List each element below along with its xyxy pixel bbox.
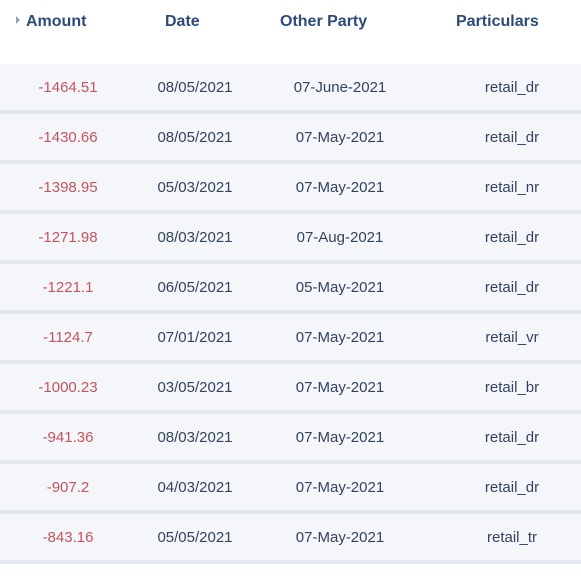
table-row[interactable]: -907.2 04/03/2021 07-May-2021 retail_dr <box>0 464 581 514</box>
table-row[interactable]: -843.16 05/05/2021 07-May-2021 retail_tr <box>0 514 581 564</box>
other-party-cell: 07-May-2021 <box>295 429 385 446</box>
sort-indicator-icon[interactable] <box>16 16 20 24</box>
table-row[interactable]: -1221.1 06/05/2021 05-May-2021 retail_dr <box>0 264 581 314</box>
other-party-cell: 07-May-2021 <box>295 179 385 196</box>
particulars-cell: retail_dr <box>484 429 540 446</box>
other-party-cell: 07-May-2021 <box>295 479 385 496</box>
amount-cell: -1000.23 <box>38 379 98 396</box>
particulars-cell: retail_tr <box>486 529 538 546</box>
amount-cell: -843.16 <box>42 529 94 546</box>
date-cell: 08/03/2021 <box>157 429 233 446</box>
amount-cell: -1464.51 <box>38 79 98 96</box>
date-cell: 06/05/2021 <box>157 279 233 296</box>
other-party-cell: 07-May-2021 <box>295 329 385 346</box>
particulars-cell: retail_dr <box>484 229 540 246</box>
other-party-cell: 07-May-2021 <box>295 379 385 396</box>
amount-cell: -941.36 <box>42 429 94 446</box>
date-cell: 07/01/2021 <box>157 329 233 346</box>
table-body: -1464.51 08/05/2021 07-June-2021 retail_dr -… <box>0 64 581 564</box>
date-cell: 05/05/2021 <box>157 529 233 546</box>
table-header: Amount Date Other Party Particulars <box>0 0 581 46</box>
table-row[interactable]: -1464.51 08/05/2021 07-June-2021 retail_dr <box>0 64 581 114</box>
other-party-cell: 07-June-2021 <box>293 79 387 96</box>
particulars-cell: retail_br <box>484 379 540 396</box>
particulars-cell: retail_nr <box>484 179 540 196</box>
table-row[interactable]: -1000.23 03/05/2021 07-May-2021 retail_br <box>0 364 581 414</box>
particulars-cell: retail_dr <box>484 79 540 96</box>
date-cell: 08/05/2021 <box>157 129 233 146</box>
other-party-cell: 07-May-2021 <box>295 129 385 146</box>
amount-cell: -1271.98 <box>38 229 98 246</box>
transactions-table: Amount Date Other Party Particulars -146… <box>0 0 581 576</box>
other-party-cell: 05-May-2021 <box>295 279 385 296</box>
column-header-amount-label: Amount <box>26 13 87 30</box>
column-header-amount[interactable]: Amount <box>16 13 86 31</box>
date-cell: 03/05/2021 <box>157 379 233 396</box>
particulars-cell: retail_vr <box>485 329 539 346</box>
column-header-date[interactable]: Date <box>165 13 200 31</box>
date-cell: 08/05/2021 <box>157 79 233 96</box>
particulars-cell: retail_dr <box>484 279 540 296</box>
table-row[interactable]: -1271.98 08/03/2021 07-Aug-2021 retail_dr <box>0 214 581 264</box>
amount-cell: -907.2 <box>46 479 90 496</box>
particulars-cell: retail_dr <box>484 479 540 496</box>
date-cell: 04/03/2021 <box>157 479 233 496</box>
amount-cell: -1124.7 <box>43 329 93 346</box>
amount-cell: -1221.1 <box>42 279 94 296</box>
amount-cell: -1430.66 <box>38 129 98 146</box>
particulars-cell: retail_dr <box>484 129 540 146</box>
other-party-cell: 07-May-2021 <box>295 529 385 546</box>
date-cell: 08/03/2021 <box>157 229 233 246</box>
table-row[interactable]: -1398.95 05/03/2021 07-May-2021 retail_nr <box>0 164 581 214</box>
table-row[interactable]: -941.36 08/03/2021 07-May-2021 retail_dr <box>0 414 581 464</box>
amount-cell: -1398.95 <box>38 179 98 196</box>
column-header-other-party[interactable]: Other Party <box>280 13 367 31</box>
date-cell: 05/03/2021 <box>157 179 233 196</box>
table-row[interactable]: -1430.66 08/05/2021 07-May-2021 retail_dr <box>0 114 581 164</box>
column-header-particulars[interactable]: Particulars <box>456 13 539 31</box>
table-row[interactable]: -1124.7 07/01/2021 07-May-2021 retail_vr <box>0 314 581 364</box>
other-party-cell: 07-Aug-2021 <box>296 229 384 246</box>
